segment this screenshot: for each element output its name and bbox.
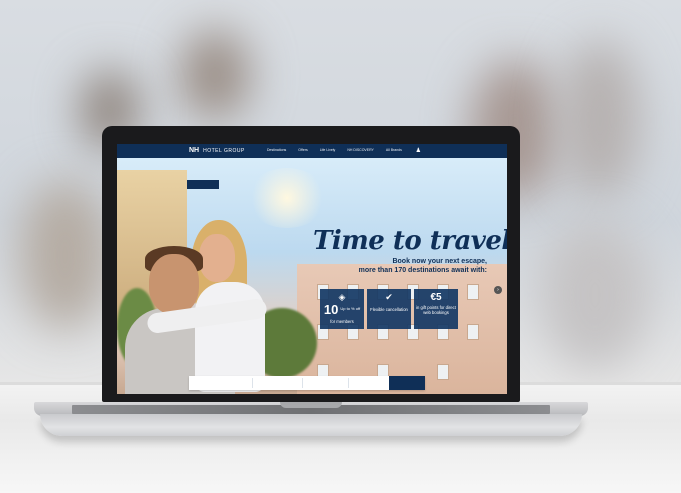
logo-mark: NH	[189, 147, 200, 154]
man-face	[149, 254, 199, 314]
main-nav: Destinations Offers Life Lively NH DISCO…	[267, 148, 402, 152]
laptop-opening-notch	[280, 402, 342, 408]
nav-item-life-lively[interactable]: Life Lively	[320, 148, 336, 152]
benefit-member-discount[interactable]: ◈ 10 Up to % off for members	[320, 289, 364, 329]
window	[467, 284, 479, 300]
nav-item-destinations[interactable]: Destinations	[267, 148, 286, 152]
guests-field[interactable]	[303, 378, 349, 388]
promo-code-field[interactable]	[349, 378, 383, 388]
subline-line-1: Book now your next escape,	[392, 258, 487, 265]
benefit-gift-amount: €5	[430, 292, 442, 303]
benefit-discount-value: 10 Up to % off	[324, 302, 360, 317]
logo-text: HOTEL GROUP	[203, 147, 245, 154]
benefit-gift-label: in gift points for direct web bookings	[416, 305, 456, 315]
benefit-discount-label: for members	[330, 319, 354, 324]
benefit-flexible-cancellation[interactable]: ✔ Flexible cancellation	[367, 289, 411, 329]
nav-item-discovery[interactable]: NH DISCOVERY	[347, 148, 374, 152]
site-navbar: NH HOTEL GROUP Destinations Offers Life …	[117, 144, 507, 158]
benefit-discount-number: 10	[323, 302, 339, 317]
window	[467, 324, 479, 340]
blurred-person	[180, 30, 250, 120]
user-icon[interactable]: ♟	[416, 147, 421, 154]
search-button[interactable]	[389, 376, 425, 390]
building-right	[297, 264, 507, 394]
check-icon: ✔	[385, 292, 393, 302]
benefit-discount-unit: Up to % off	[340, 306, 361, 312]
benefit-gift-points[interactable]: €5 in gift points for direct web booking…	[414, 289, 458, 329]
sun-glow	[247, 168, 327, 228]
hero-banner: Time to travel! Book now your next escap…	[117, 158, 507, 394]
blurred-person	[20, 180, 110, 330]
blurred-person	[560, 40, 640, 200]
blurred-person	[540, 220, 650, 370]
benefits-row: ◈ 10 Up to % off for members ✔ Flexible …	[320, 289, 458, 329]
nav-discovery-label: NH DISCOVERY	[347, 148, 374, 152]
hero-subline: Book now your next escape, more than 170…	[327, 257, 487, 275]
hero-headline: Time to travel!	[313, 226, 507, 256]
dates-field[interactable]	[253, 378, 303, 388]
benefit-cancellation-label: Flexible cancellation	[370, 307, 408, 312]
site-logo[interactable]: NH HOTEL GROUP	[189, 147, 245, 154]
laptop-screen: NH HOTEL GROUP Destinations Offers Life …	[117, 144, 507, 394]
nav-item-all-brands[interactable]: All Brands	[386, 148, 402, 152]
woman-face	[199, 234, 235, 282]
laptop-base-front	[40, 414, 582, 436]
destination-field[interactable]	[189, 378, 253, 388]
nav-item-offers[interactable]: Offers	[298, 148, 307, 152]
subline-line-2: more than 170 destinations await with:	[358, 267, 487, 274]
window	[437, 364, 449, 380]
carousel-next-icon[interactable]: ›	[494, 286, 502, 294]
hero-cta-button[interactable]	[187, 180, 219, 189]
booking-search-bar	[189, 376, 425, 390]
tag-icon: ◈	[338, 292, 346, 302]
